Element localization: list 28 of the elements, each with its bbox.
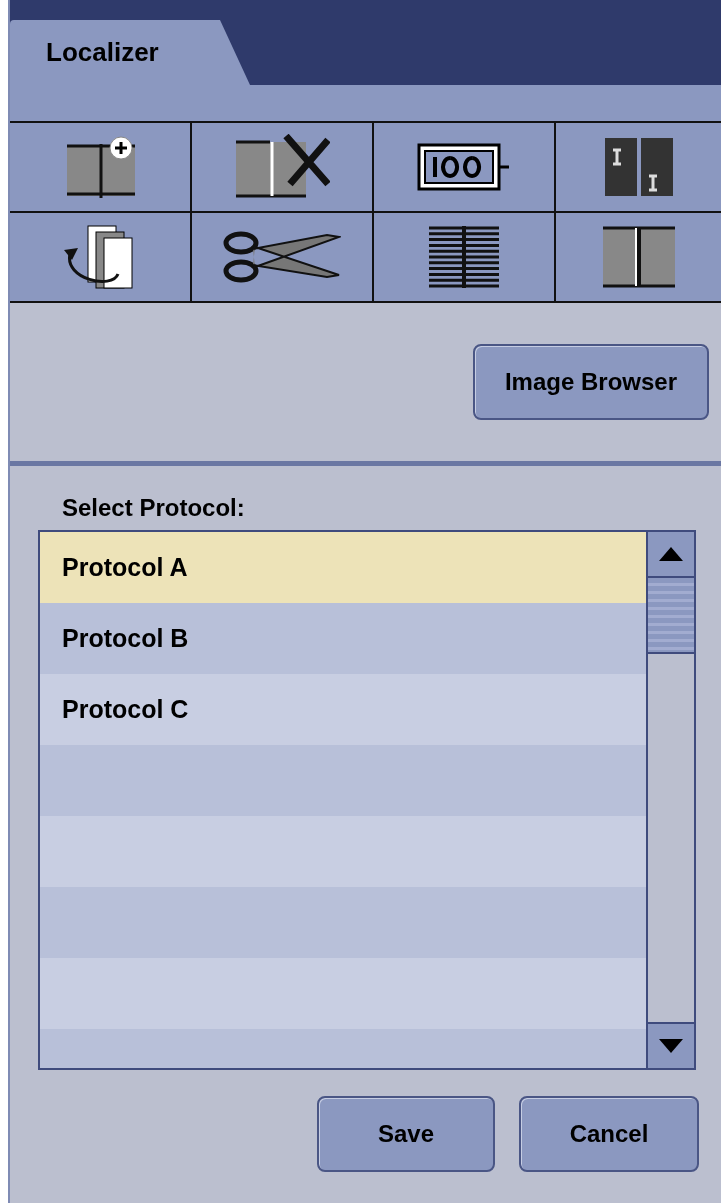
add-image-icon — [65, 136, 135, 198]
scissors-icon — [223, 229, 341, 285]
save-button[interactable]: Save — [317, 1096, 495, 1172]
protocol-label: Select Protocol: — [62, 494, 246, 522]
scroll-down-button[interactable] — [648, 1022, 694, 1068]
tool-button[interactable] — [192, 123, 372, 211]
split-panel-icon — [602, 226, 675, 288]
tool-button[interactable] — [374, 123, 554, 211]
down-triangle-icon — [659, 1039, 683, 1053]
tool-button[interactable] — [10, 213, 190, 301]
scrollbar[interactable] — [646, 532, 694, 1068]
tool-button[interactable] — [192, 213, 372, 301]
tab[interactable]: Localizer — [10, 20, 250, 85]
protocol-item[interactable]: Protocol C — [40, 674, 646, 745]
scroll-up-button[interactable] — [648, 532, 694, 578]
delete-image-icon — [234, 134, 330, 200]
protocol-item[interactable]: Protocol B — [40, 603, 646, 674]
scroll-thumb[interactable] — [648, 578, 694, 654]
cancel-button[interactable]: Cancel — [519, 1096, 699, 1172]
tool-button[interactable] — [556, 213, 721, 301]
two-panels-icon — [604, 138, 673, 196]
image-browser-button[interactable]: Image Browser — [473, 344, 709, 420]
up-triangle-icon — [659, 547, 683, 561]
horizontal-lines-icon — [429, 226, 499, 288]
protocol-item[interactable]: Protocol A — [40, 532, 646, 603]
zoom-100-icon — [417, 143, 511, 191]
tool-button[interactable] — [374, 213, 554, 301]
tool-button[interactable] — [10, 123, 190, 211]
